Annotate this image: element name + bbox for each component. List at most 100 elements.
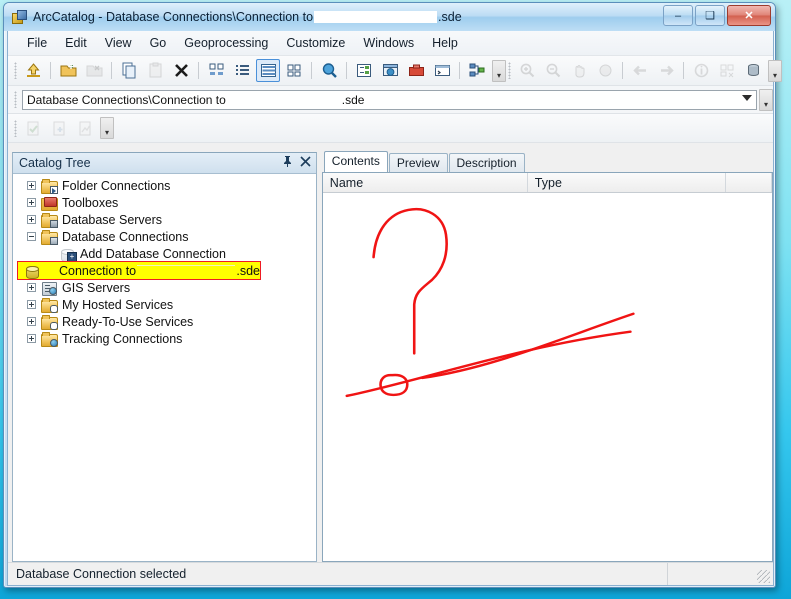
paste-icon: [143, 59, 167, 82]
geoprocessing-add-icon: [47, 117, 71, 140]
disconnect-from-folder-icon: [82, 59, 106, 82]
tree-item-ready-to-use-services[interactable]: Ready-To-Use Services: [13, 313, 316, 330]
database-icon[interactable]: [741, 59, 765, 82]
resize-grip[interactable]: [757, 570, 770, 583]
forward-arrow-icon: [654, 59, 678, 82]
title-bar[interactable]: ArcCatalog - Database Connections\Connec…: [4, 3, 775, 31]
up-one-level-icon[interactable]: [21, 59, 45, 82]
menu-edit[interactable]: Edit: [56, 33, 96, 53]
status-message: Database Connection selected: [8, 563, 668, 585]
contents-empty-area[interactable]: [322, 193, 772, 561]
large-icons-view-icon[interactable]: [204, 59, 228, 82]
toolbar-grip[interactable]: [14, 62, 17, 79]
model-builder-icon[interactable]: [465, 59, 489, 82]
close-icon[interactable]: [300, 155, 311, 170]
delete-icon[interactable]: [169, 59, 193, 82]
toolbar-separator: [50, 62, 51, 79]
toolbar-separator: [111, 62, 112, 79]
tracking-connections-icon: [41, 331, 58, 347]
create-thumbnail-icon: [715, 59, 739, 82]
toolbar-overflow-button[interactable]: ▾: [492, 59, 506, 82]
tree-item-label: Tracking Connections: [62, 331, 183, 346]
tab-preview[interactable]: Preview: [388, 153, 448, 173]
tree-item-toolboxes[interactable]: Toolboxes: [13, 194, 316, 211]
toolbar-overflow-button-2[interactable]: ▾: [768, 59, 782, 82]
toolbar-grip-2[interactable]: [508, 62, 511, 79]
maximize-button[interactable]: ❑: [695, 5, 725, 26]
tree-item-database-servers[interactable]: Database Servers: [13, 211, 316, 228]
expander-plus-icon[interactable]: [27, 215, 36, 224]
catalog-tree-title: Catalog Tree: [19, 156, 91, 170]
address-toolbar-grip[interactable]: [14, 91, 17, 108]
catalog-window-icon[interactable]: [352, 59, 376, 82]
connect-to-folder-icon[interactable]: [56, 59, 80, 82]
tree-item-label: Add Database Connection: [80, 246, 226, 261]
zoom-out-icon: [541, 59, 565, 82]
tab-contents[interactable]: Contents: [323, 151, 388, 172]
column-header-blank[interactable]: [726, 173, 772, 192]
address-input[interactable]: Database Connections\Connection to .sde: [22, 89, 757, 110]
annotation-overlay: [345, 207, 635, 398]
window-title: ArcCatalog - Database Connections\Connec…: [33, 10, 462, 24]
menu-geoprocessing[interactable]: Geoprocessing: [175, 33, 277, 53]
tree-item-database-connections[interactable]: Database Connections: [13, 228, 316, 245]
minimize-button[interactable]: –: [663, 5, 693, 26]
pin-icon[interactable]: [282, 155, 293, 170]
thumbnails-view-icon[interactable]: [282, 59, 306, 82]
tree-item-tracking-connections[interactable]: Tracking Connections: [13, 330, 316, 347]
question-mark-hook: [372, 207, 448, 355]
close-button[interactable]: ✕: [727, 5, 771, 26]
tree-item-label: Database Connections: [62, 229, 189, 244]
tree-item-folder-connections[interactable]: Folder Connections: [13, 177, 316, 194]
tree-item-label: Database Servers: [62, 212, 163, 227]
tab-description[interactable]: Description: [448, 153, 525, 173]
expander-minus-icon[interactable]: [27, 232, 36, 241]
contents-list-view[interactable]: Name Type: [321, 172, 773, 562]
menu-file[interactable]: File: [18, 33, 56, 53]
copy-icon[interactable]: [117, 59, 141, 82]
column-header-type[interactable]: Type: [528, 173, 726, 192]
details-view-icon[interactable]: [256, 59, 280, 82]
tree-item-connection-to-sde[interactable]: Connection to .sde: [17, 261, 261, 280]
expander-plus-icon[interactable]: [27, 317, 36, 326]
menu-windows[interactable]: Windows: [354, 33, 423, 53]
menu-help[interactable]: Help: [423, 33, 467, 53]
arcmap-icon[interactable]: [378, 59, 402, 82]
expander-plus-icon[interactable]: [27, 283, 36, 292]
column-header-name[interactable]: Name: [323, 173, 528, 192]
tree-item-gis-servers[interactable]: GIS Servers: [13, 279, 316, 296]
search-icon[interactable]: [317, 59, 341, 82]
window-title-suffix: .sde: [438, 10, 462, 24]
tree-item-label: My Hosted Services: [62, 297, 174, 312]
catalog-tree[interactable]: Folder Connections Toolboxes Database Se…: [13, 174, 316, 561]
tree-item-label: Toolboxes: [62, 195, 119, 210]
standard-toolbar: ▾ ▾: [8, 56, 782, 86]
menu-go[interactable]: Go: [141, 33, 176, 53]
expander-plus-icon[interactable]: [27, 181, 36, 190]
toolbar-separator: [622, 62, 623, 79]
python-window-icon[interactable]: [430, 59, 454, 82]
tree-item-add-database-connection[interactable]: + Add Database Connection: [13, 245, 316, 262]
main-split: Catalog Tree Folder Connections Toolboxe…: [8, 151, 773, 562]
location-toolbar: Database Connections\Connection to .sde …: [8, 86, 773, 114]
menu-customize[interactable]: Customize: [277, 33, 354, 53]
address-suffix: .sde: [341, 92, 365, 107]
address-toolbar-overflow-button[interactable]: ▾: [759, 88, 773, 111]
expander-plus-icon[interactable]: [27, 300, 36, 309]
list-view-icon[interactable]: [230, 59, 254, 82]
ready-to-use-services-icon: [41, 314, 58, 330]
menu-view[interactable]: View: [96, 33, 141, 53]
catalog-tree-panel: Catalog Tree Folder Connections Toolboxe…: [12, 152, 317, 562]
database-connection-icon: [24, 264, 40, 279]
redacted-address-part: [227, 93, 340, 106]
toolbox-icon[interactable]: [404, 59, 428, 82]
tree-item-my-hosted-services[interactable]: My Hosted Services: [13, 296, 316, 313]
my-hosted-services-icon: [41, 297, 58, 313]
geoprocessing-results-icon: [21, 117, 45, 140]
geo-toolbar-overflow-button[interactable]: ▾: [100, 117, 114, 139]
folder-connections-icon: [41, 178, 58, 194]
geo-toolbar-grip[interactable]: [14, 119, 17, 137]
expander-plus-icon[interactable]: [27, 198, 36, 207]
chevron-down-icon[interactable]: [742, 94, 752, 101]
expander-plus-icon[interactable]: [27, 334, 36, 343]
